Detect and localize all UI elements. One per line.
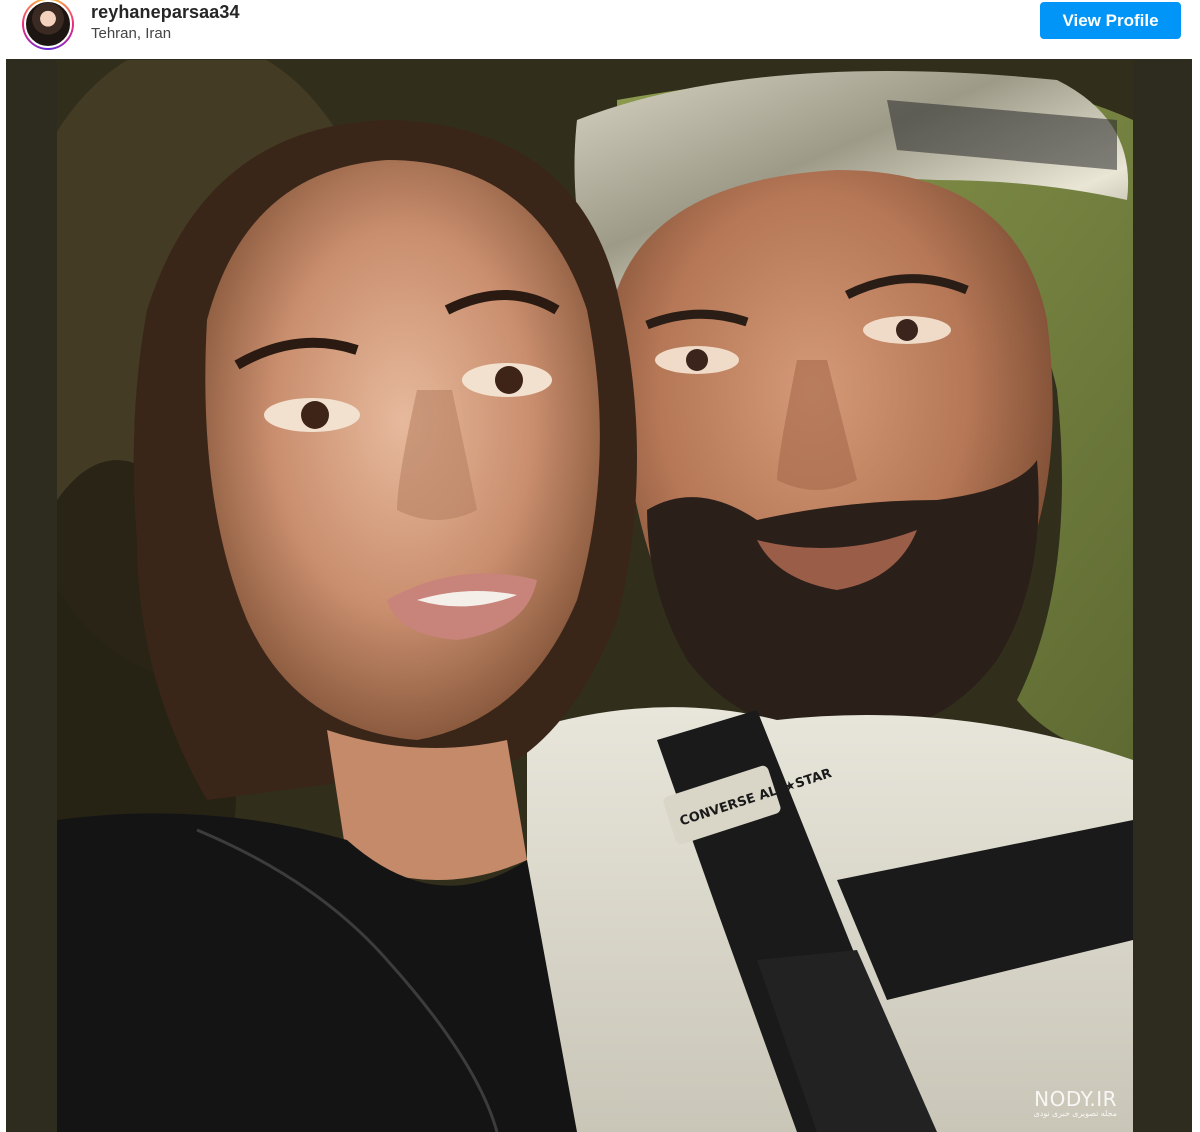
post-header: reyhaneparsaa34 Tehran, Iran View Profil… [0,0,1200,56]
watermark-sub: مجله تصویری خبری نودی [1033,1109,1117,1118]
watermark: NODY.IR مجله تصویری خبری نودی [1034,1087,1117,1118]
avatar-image [24,0,72,48]
location-link[interactable]: Tehran, Iran [91,25,171,42]
post-photo[interactable]: CONVERSE ALL★STAR NODY.IR مجله تصویری خب… [57,60,1133,1132]
view-profile-button[interactable]: View Profile [1040,2,1181,39]
instagram-embed: reyhaneparsaa34 Tehran, Iran View Profil… [0,0,1200,1132]
watermark-main: NODY.IR [1034,1087,1117,1111]
profile-avatar[interactable] [22,0,74,50]
username-link[interactable]: reyhaneparsaa34 [91,2,240,23]
photo-illustration: CONVERSE ALL★STAR [57,60,1133,1132]
